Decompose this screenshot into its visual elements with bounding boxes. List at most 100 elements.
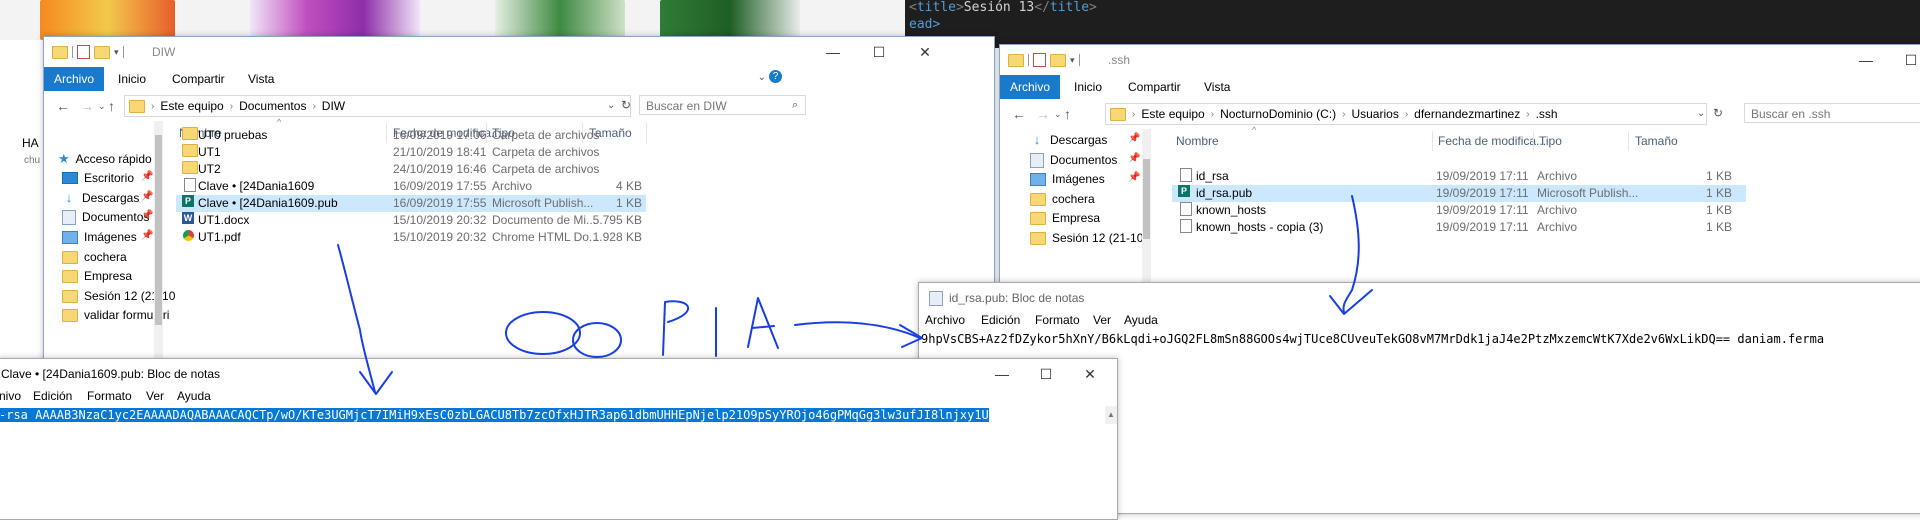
nav-empresa[interactable]: Empresa — [1030, 208, 1100, 228]
tab-inicio[interactable]: Inicio — [1064, 75, 1112, 99]
nav-descargas[interactable]: ↓ Descargas — [1030, 130, 1108, 150]
minimize-button[interactable]: — — [810, 37, 856, 67]
tab-compartir[interactable]: Compartir — [1118, 75, 1191, 99]
nav-cochera[interactable]: cochera — [1030, 189, 1095, 209]
recent-locations-icon[interactable]: ⌄ — [1054, 109, 1062, 120]
menu-ayuda[interactable]: Ayuda — [1124, 313, 1158, 327]
nav-sesion-12[interactable]: Sesión 12 (21-10 — [1030, 228, 1143, 248]
refresh-icon[interactable]: ↻ — [1713, 106, 1723, 120]
new-folder-icon[interactable] — [1050, 53, 1066, 67]
notepad-body[interactable] — [0, 424, 1117, 519]
expand-ribbon-icon[interactable]: ⌄ — [758, 72, 766, 83]
menu-ver[interactable]: Ver — [146, 389, 164, 403]
file-row-selected[interactable]: P Clave • [24Dania1609.pub 16/09/2019 17… — [176, 195, 646, 212]
breadcrumb-item[interactable]: dfernandezmartinez — [1408, 107, 1526, 121]
breadcrumb-item[interactable]: Documentos — [233, 99, 312, 113]
tab-inicio[interactable]: Inicio — [108, 67, 156, 91]
menu-ver[interactable]: Ver — [1093, 313, 1111, 327]
properties-icon[interactable] — [77, 45, 90, 59]
menu-edicion[interactable]: Edición — [33, 389, 72, 403]
address-bar[interactable]: › Este equipo › Documentos › DIW — [124, 95, 631, 117]
address-dropdown-icon[interactable]: ⌄ — [607, 100, 615, 111]
address-bar[interactable]: › Este equipo › NocturnoDominio (C:) › Usu… — [1105, 103, 1707, 125]
refresh-icon[interactable]: ↻ — [621, 98, 631, 112]
tab-archivo[interactable]: Archivo — [1000, 75, 1061, 99]
maximize-button[interactable]: ☐ — [856, 37, 902, 67]
breadcrumb-item[interactable]: .ssh — [1530, 107, 1564, 121]
pin-icon[interactable]: 📌 — [141, 210, 153, 221]
column-tamano[interactable]: Tamaño — [1635, 134, 1678, 148]
quick-access-toolbar[interactable]: ▾ — [52, 45, 124, 59]
nav-imagenes[interactable]: Imágenes — [1030, 169, 1105, 189]
pin-icon[interactable]: 📌 — [1128, 133, 1140, 144]
column-nombre[interactable]: Nombre — [1176, 134, 1219, 148]
customize-arrow-icon[interactable]: ▾ — [1070, 55, 1075, 66]
up-arrow-icon[interactable]: ↑ — [108, 98, 115, 114]
pin-icon[interactable]: 📌 — [141, 191, 153, 202]
tab-compartir[interactable]: Compartir — [162, 67, 235, 91]
breadcrumb-item[interactable]: DIW — [316, 99, 351, 113]
menu-formato[interactable]: Formato — [87, 389, 132, 403]
breadcrumb-item[interactable]: Este equipo — [1135, 107, 1210, 121]
file-row[interactable]: UT0 pruebas 16/09/2019 17:06 Carpeta de … — [176, 127, 646, 144]
forward-arrow-icon[interactable]: → — [1036, 106, 1050, 122]
up-arrow-icon[interactable]: ↑ — [1064, 106, 1071, 122]
customize-arrow-icon[interactable]: ▾ — [114, 47, 119, 58]
forward-arrow-icon[interactable]: → — [80, 98, 94, 114]
column-tipo[interactable]: Tipo — [1539, 134, 1562, 148]
file-row[interactable]: id_rsa 19/09/2019 17:11 Archivo 1 KB — [1172, 168, 1746, 185]
maximize-button[interactable]: ☐ — [1023, 359, 1069, 389]
nav-quick-access[interactable]: ★ Acceso rápido — [58, 149, 152, 169]
pin-icon[interactable]: 📌 — [141, 230, 153, 241]
quick-access-toolbar[interactable]: ▾ — [1008, 53, 1080, 67]
properties-icon[interactable] — [1033, 53, 1046, 67]
help-icon[interactable]: ? — [769, 70, 782, 83]
breadcrumb-item[interactable]: NocturnoDominio (C:) — [1214, 107, 1342, 121]
notepad-text-area[interactable]: 9hpVsCBS+Az2fDZykor5hXnY/B6kLqdi+oJGQ2FL… — [919, 330, 1920, 348]
nav-scrollbar[interactable] — [1142, 129, 1151, 295]
nav-documentos[interactable]: Documentos — [1030, 150, 1117, 170]
tab-archivo[interactable]: Archivo — [44, 67, 105, 91]
file-row[interactable]: UT2 24/10/2019 16:46 Carpeta de archivos — [176, 161, 646, 178]
file-row[interactable]: Clave • [24Dania1609 16/09/2019 17:55 Ar… — [176, 178, 646, 195]
minimize-button[interactable]: — — [979, 359, 1025, 389]
nav-escritorio[interactable]: Escritorio — [62, 168, 134, 188]
address-dropdown-icon[interactable]: ⌄ — [1697, 108, 1705, 119]
recent-locations-icon[interactable]: ⌄ — [98, 101, 106, 112]
back-arrow-icon[interactable]: ← — [56, 98, 70, 114]
menu-archivo[interactable]: nivo — [0, 389, 21, 403]
pin-icon[interactable]: 📌 — [1128, 153, 1140, 164]
tab-vista[interactable]: Vista — [238, 67, 284, 91]
close-button[interactable]: ✕ — [1067, 359, 1113, 389]
menu-archivo[interactable]: Archivo — [925, 313, 965, 327]
file-row[interactable]: known_hosts - copia (3) 19/09/2019 17:11… — [1172, 219, 1746, 236]
back-arrow-icon[interactable]: ← — [1012, 106, 1026, 122]
pin-icon[interactable]: 📌 — [141, 171, 153, 182]
nav-empresa[interactable]: Empresa — [62, 266, 132, 286]
menu-ayuda[interactable]: Ayuda — [177, 389, 211, 403]
menu-formato[interactable]: Formato — [1035, 313, 1080, 327]
maximize-button[interactable]: ☐ — [1888, 45, 1920, 75]
breadcrumb-item[interactable]: Este equipo — [154, 99, 229, 113]
nav-imagenes[interactable]: Imágenes — [62, 227, 137, 247]
file-row[interactable]: UT1.pdf 15/10/2019 20:32 Chrome HTML Do.… — [176, 229, 646, 246]
file-row[interactable]: UT1 21/10/2019 18:41 Carpeta de archivos — [176, 144, 646, 161]
close-button[interactable]: ✕ — [902, 37, 948, 67]
nav-cochera[interactable]: cochera — [62, 247, 127, 267]
file-row-selected[interactable]: P id_rsa.pub 19/09/2019 17:11 Microsoft … — [1172, 185, 1746, 202]
file-row[interactable]: known_hosts 19/09/2019 17:11 Archivo 1 K… — [1172, 202, 1746, 219]
column-fecha[interactable]: Fecha de modifica... — [1438, 134, 1546, 148]
search-input[interactable]: Buscar en .ssh — [1744, 103, 1920, 123]
nav-scrollbar[interactable] — [154, 121, 163, 372]
minimize-button[interactable]: — — [1843, 45, 1889, 75]
tab-vista[interactable]: Vista — [1194, 75, 1240, 99]
menu-edicion[interactable]: Edición — [981, 313, 1020, 327]
pin-icon[interactable]: 📌 — [1128, 172, 1140, 183]
breadcrumb-item[interactable]: Usuarios — [1345, 107, 1404, 121]
file-row[interactable]: W UT1.docx 15/10/2019 20:32 Documento de… — [176, 212, 646, 229]
notepad-text-area[interactable]: -rsa AAAAB3NzaC1yc2EAAAADAQABAAACAQCTp/w… — [0, 406, 1105, 424]
new-folder-icon[interactable] — [94, 45, 110, 59]
nav-documentos[interactable]: Documentos — [62, 207, 149, 227]
search-input[interactable]: Buscar en DIW — [639, 95, 806, 115]
nav-descargas[interactable]: ↓ Descargas — [62, 188, 140, 208]
